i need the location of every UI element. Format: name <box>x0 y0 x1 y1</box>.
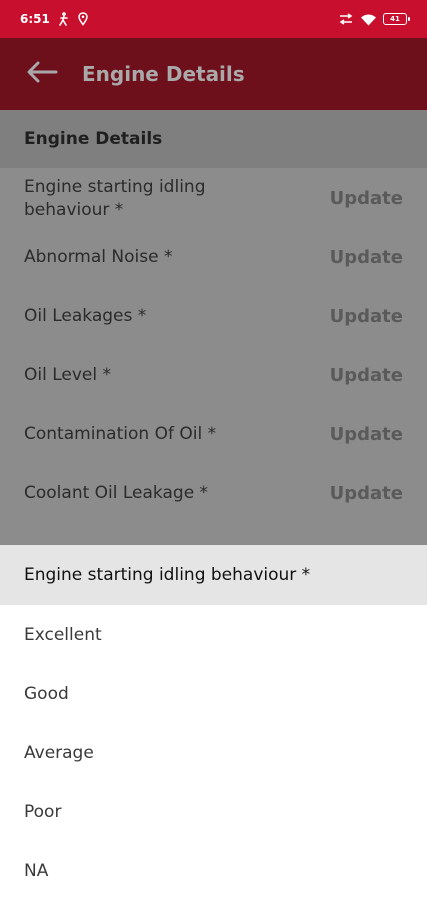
engine-details-list: Engine Details Engine starting idling be… <box>0 110 427 545</box>
list-item[interactable]: Oil Level * Update <box>0 346 427 405</box>
option-poor[interactable]: Poor <box>0 782 427 841</box>
option-good[interactable]: Good <box>0 664 427 723</box>
update-button[interactable]: Update <box>330 188 403 209</box>
section-header: Engine Details <box>0 110 427 168</box>
row-label: Contamination Of Oil * <box>24 424 217 444</box>
option-bottom-sheet: Engine starting idling behaviour * Excel… <box>0 545 427 900</box>
list-item[interactable]: Engine starting idling behaviour * Updat… <box>0 169 427 228</box>
sheet-title: Engine starting idling behaviour * <box>0 545 427 605</box>
row-label: Oil Level * <box>24 365 112 385</box>
option-average[interactable]: Average <box>0 723 427 782</box>
list-item[interactable]: Coolant Oil Leakage * Update <box>0 464 427 523</box>
wifi-icon <box>360 13 377 26</box>
list-item[interactable]: Oil Leakages * Update <box>0 287 427 346</box>
row-label: Abnormal Noise * <box>24 247 173 267</box>
option-excellent[interactable]: Excellent <box>0 605 427 664</box>
status-bar: 6:51 41 <box>0 0 427 38</box>
page-title: Engine Details <box>82 62 245 86</box>
row-label: Engine starting idling behaviour * <box>24 176 206 220</box>
update-button[interactable]: Update <box>330 306 403 327</box>
battery-icon: 41 <box>383 13 410 25</box>
app-bar: Engine Details <box>0 38 427 110</box>
update-button[interactable]: Update <box>330 365 403 386</box>
data-transfer-icon <box>338 13 354 25</box>
list-item[interactable]: Contamination Of Oil * Update <box>0 405 427 464</box>
option-na[interactable]: NA <box>0 841 427 900</box>
back-button[interactable] <box>0 38 84 110</box>
row-label: Coolant Oil Leakage * <box>24 483 209 503</box>
row-label: Oil Leakages * <box>24 306 147 326</box>
list-item[interactable]: Abnormal Noise * Update <box>0 228 427 287</box>
update-button[interactable]: Update <box>330 247 403 268</box>
update-button[interactable]: Update <box>330 483 403 504</box>
location-pin-icon <box>78 12 88 26</box>
status-time: 6:51 <box>20 12 50 26</box>
person-walking-icon <box>58 12 70 26</box>
back-arrow-icon <box>26 61 58 87</box>
battery-level: 41 <box>390 15 400 23</box>
update-button[interactable]: Update <box>330 424 403 445</box>
